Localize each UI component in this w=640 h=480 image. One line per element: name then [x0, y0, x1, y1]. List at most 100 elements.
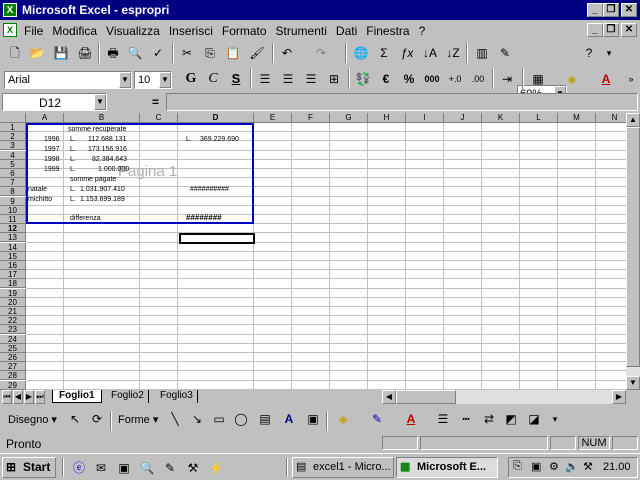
cell-a7[interactable]: natale — [28, 185, 47, 194]
vertical-scrollbar[interactable]: ▲ ▼ — [626, 113, 640, 390]
row-header-11[interactable]: 11 — [0, 215, 26, 224]
column-header-b[interactable]: B — [64, 113, 140, 123]
doc-restore-icon[interactable]: ❐ — [603, 23, 619, 37]
row-header-8[interactable]: 8 — [0, 187, 26, 197]
chart-wizard-icon[interactable]: ▥ — [471, 43, 493, 63]
row-header-21[interactable]: 21 — [0, 307, 26, 316]
borders-icon[interactable]: ▦ — [527, 69, 549, 89]
text-box-icon[interactable]: ▤ — [254, 409, 276, 429]
draw-menu-button[interactable]: Disegno ▾ — [8, 413, 57, 426]
last-sheet-icon[interactable]: ⏭ — [35, 390, 45, 404]
draw-font-color-icon[interactable]: A — [400, 409, 422, 429]
notepad-quicklaunch-icon[interactable]: ✎ — [159, 458, 181, 478]
redo-icon[interactable]: ↷ — [310, 43, 332, 63]
shadow-icon[interactable]: ◩ — [500, 409, 522, 429]
column-header-h[interactable]: H — [368, 113, 406, 123]
cut-icon[interactable]: ✂ — [176, 43, 198, 63]
toolbar-options-icon[interactable]: ▾ — [598, 43, 620, 63]
cell-b7[interactable]: 1.031.907.410 — [80, 185, 125, 194]
euro-icon[interactable]: € — [375, 69, 397, 89]
menu-inserisci[interactable]: Inserisci — [169, 24, 213, 38]
line-icon[interactable]: ╲ — [164, 409, 186, 429]
cell-a4[interactable]: 1998 — [44, 155, 60, 164]
row-header-18[interactable]: 18 — [0, 279, 26, 289]
fill-color-icon[interactable]: ◈ — [561, 69, 583, 89]
draw-fill-color-icon[interactable]: ◈ — [332, 409, 354, 429]
row-header-23[interactable]: 23 — [0, 325, 26, 335]
scroll-up-icon[interactable]: ▲ — [626, 113, 640, 127]
tab-foglio3[interactable]: Foglio3 — [156, 390, 198, 403]
clipart-icon[interactable]: ▣ — [302, 409, 324, 429]
cell-b2[interactable]: 112.688.131 — [88, 135, 126, 144]
font-color-icon[interactable]: A — [595, 69, 617, 89]
spelling-icon[interactable]: ✓ — [147, 43, 169, 63]
column-header-e[interactable]: E — [254, 113, 292, 123]
draw-more-icon[interactable]: ▾ — [544, 409, 566, 429]
row-header-20[interactable]: 20 — [0, 297, 26, 307]
font-dropdown-icon[interactable]: ▼ — [119, 72, 131, 88]
decrease-decimal-icon[interactable]: .00 — [467, 69, 489, 89]
cell-b5[interactable]: 1.000.000 — [98, 165, 129, 174]
font-select[interactable]: Arial ▼ — [4, 71, 132, 89]
close-icon[interactable]: ✕ — [621, 3, 637, 17]
align-center-icon[interactable]: ☰ — [277, 69, 299, 89]
row-header-28[interactable]: 28 — [0, 371, 26, 381]
menu-dati[interactable]: Dati — [336, 24, 357, 38]
cell-a3[interactable]: 1997 — [44, 145, 60, 154]
preview-icon[interactable]: 🔍 — [124, 43, 146, 63]
percent-icon[interactable]: % — [398, 69, 420, 89]
sort-descending-icon[interactable]: ↓Z — [442, 43, 464, 63]
tray-schedule-icon[interactable]: ⚙ — [549, 460, 559, 473]
cell-a5[interactable]: 1999 — [44, 165, 60, 174]
row-header-4[interactable]: 4 — [0, 150, 26, 160]
cell-d7[interactable]: ########## — [190, 185, 229, 194]
row-header-13[interactable]: 13 — [0, 233, 26, 243]
sort-ascending-icon[interactable]: ↓A — [419, 43, 441, 63]
horizontal-scrollbar[interactable]: ◀ ▶ — [382, 390, 626, 404]
increase-indent-icon[interactable]: ⇥ — [496, 69, 518, 89]
prev-sheet-icon[interactable]: ◀ — [13, 390, 23, 404]
outlook-quicklaunch-icon[interactable]: ✉ — [90, 458, 112, 478]
copy-icon[interactable]: ⎘ — [199, 43, 221, 63]
row-header-27[interactable]: 27 — [0, 362, 26, 372]
thousands-separator-icon[interactable]: 000 — [421, 69, 443, 89]
scroll-left-icon[interactable]: ◀ — [382, 390, 396, 404]
undo-icon[interactable]: ↶ — [276, 43, 298, 63]
underline-icon[interactable]: S — [225, 69, 247, 89]
cell-d2[interactable]: 369.229.690 — [200, 135, 239, 144]
select-objects-icon[interactable]: ↖ — [64, 409, 86, 429]
wordart-icon[interactable]: A — [278, 409, 300, 429]
volume-icon[interactable]: 🔈 — [565, 460, 579, 473]
row-header-16[interactable]: 16 — [0, 261, 26, 270]
cell-b3[interactable]: 173.156.916 — [88, 145, 127, 154]
desktop-quicklaunch-icon[interactable]: ▣ — [113, 458, 135, 478]
restore-icon[interactable]: ❐ — [603, 3, 619, 17]
tray-network-icon[interactable]: ⎘ — [513, 460, 522, 473]
paste-icon[interactable]: 📋 — [222, 43, 244, 63]
line-color-icon[interactable]: ✎ — [366, 409, 388, 429]
column-header-l[interactable]: L — [520, 113, 558, 123]
increase-decimal-icon[interactable]: +.0 — [444, 69, 466, 89]
column-header-d[interactable]: D — [178, 113, 254, 123]
row-header-5[interactable]: 5 — [0, 159, 26, 169]
utility-quicklaunch-icon[interactable]: ⚡ — [205, 458, 227, 478]
new-icon[interactable]: 🗋 — [4, 43, 26, 63]
cell-a8[interactable]: michitto — [28, 195, 52, 204]
column-header-g[interactable]: G — [330, 113, 368, 123]
cell-b10[interactable]: differenza — [70, 214, 101, 223]
row-header-10[interactable]: 10 — [0, 205, 26, 215]
row-header-2[interactable]: 2 — [0, 132, 26, 142]
tray-app-icon[interactable]: ⚒ — [583, 460, 593, 473]
formula-input[interactable] — [166, 93, 638, 111]
vertical-scroll-thumb[interactable] — [626, 127, 640, 367]
row-header-26[interactable]: 26 — [0, 353, 26, 362]
excel-app-icon[interactable]: X — [3, 3, 17, 17]
cell-b1[interactable]: somme recuperate — [68, 125, 126, 134]
workbook-icon[interactable]: X — [3, 23, 17, 37]
row-header-1[interactable]: 1 — [0, 123, 26, 132]
menu-formato[interactable]: Formato — [222, 24, 267, 38]
rectangle-icon[interactable]: ▭ — [208, 409, 230, 429]
row-header-22[interactable]: 22 — [0, 316, 26, 326]
italic-icon[interactable]: C — [202, 69, 224, 89]
print-icon[interactable]: 🖶 — [102, 43, 124, 63]
